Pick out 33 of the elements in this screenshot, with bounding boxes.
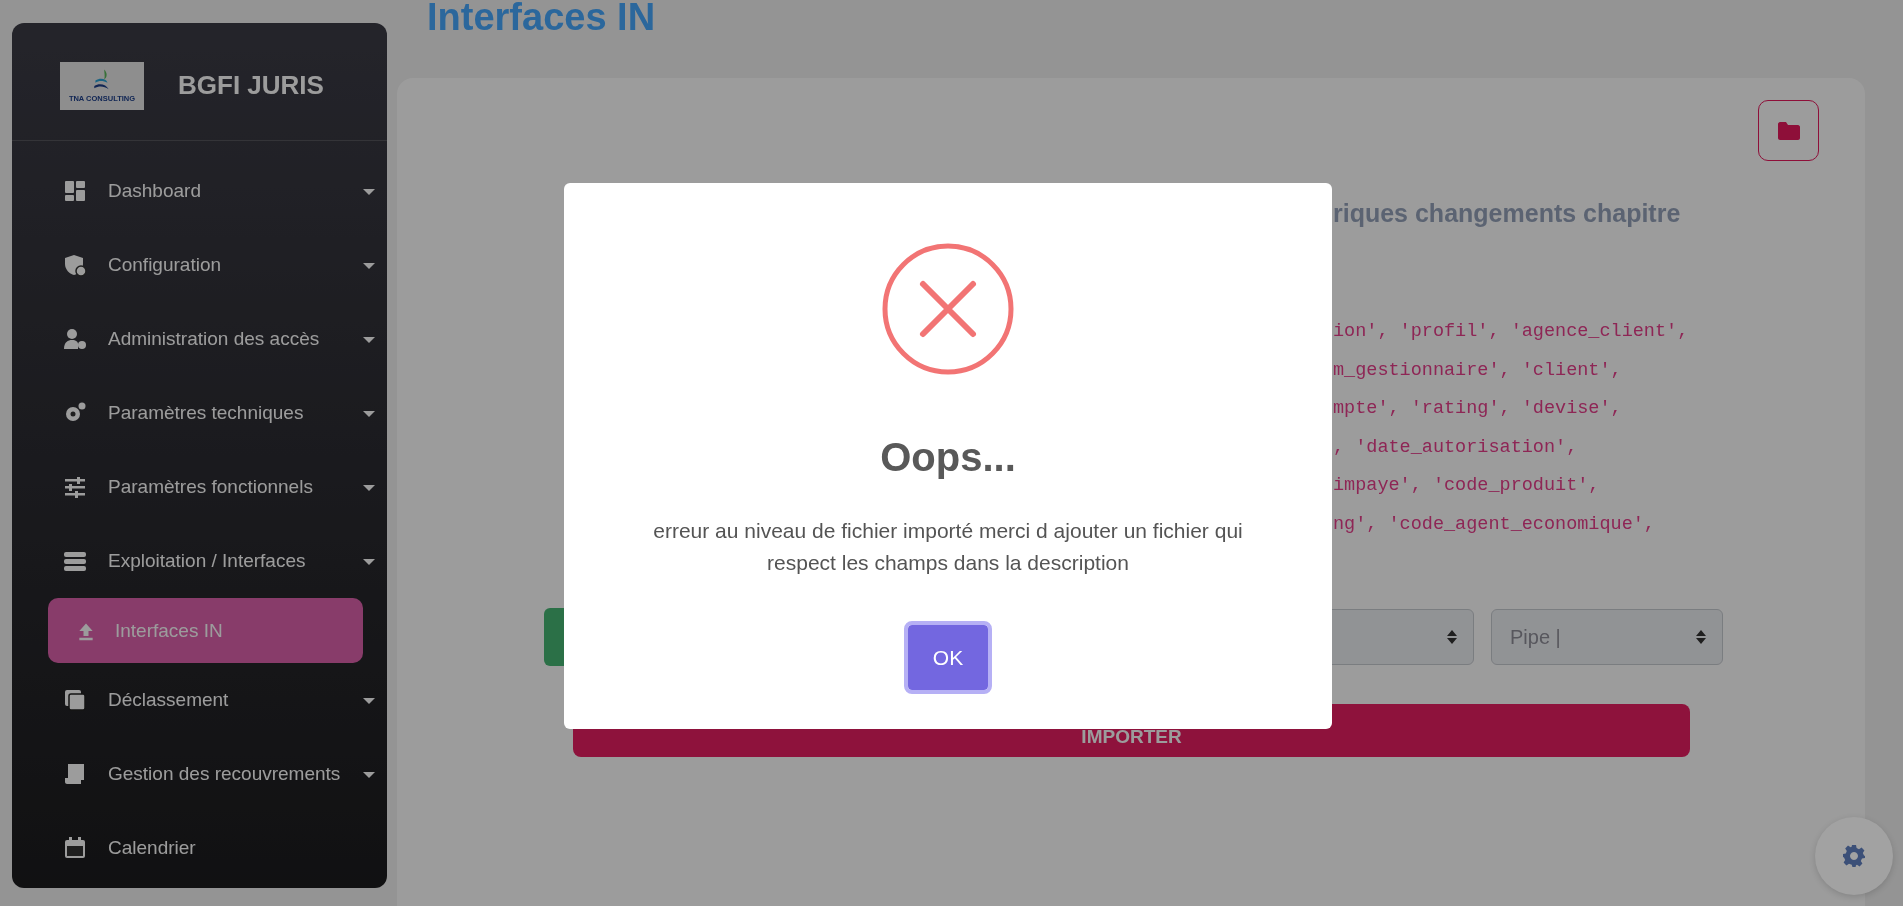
dialog-title: Oops...: [880, 434, 1016, 481]
server-icon: [63, 549, 87, 573]
sort-icon: [1695, 629, 1707, 645]
dashboard-icon: [63, 179, 87, 203]
ok-button[interactable]: OK: [904, 621, 992, 694]
nav-item[interactable]: Gestion des recouvrements: [12, 737, 387, 811]
code-text: m_gestionnaire', 'client',: [1333, 358, 1623, 383]
nav-item[interactable]: Administration des accès: [12, 302, 387, 376]
folder-icon: [1777, 121, 1800, 140]
sort-icon: [1446, 629, 1458, 645]
code-text: mpte', 'rating', 'devise',: [1333, 397, 1623, 421]
sliders-icon: [63, 475, 87, 499]
nav-item[interactable]: Exploitation / Interfaces: [12, 524, 387, 598]
nav-item[interactable]: Paramètres techniques: [12, 376, 387, 450]
card-heading: riques changements chapitre: [1333, 199, 1682, 228]
settings-icon: [1842, 844, 1866, 868]
shield-icon: [63, 253, 87, 277]
nav-item[interactable]: Paramètres fonctionnels: [12, 450, 387, 524]
dialog-message: erreur au niveau de fichier importé merci d ajouter un fichier qui respect les champs dans la description: [652, 518, 1244, 576]
nav-item[interactable]: Configuration: [12, 228, 387, 302]
calendar-icon: [63, 836, 87, 860]
nav-item[interactable]: Déclassement: [12, 663, 387, 737]
error-icon: [881, 242, 1015, 376]
page-title: Interfaces IN: [427, 0, 657, 40]
code-text: ng', 'code_agent_economique',: [1333, 512, 1656, 537]
code-text: impaye', 'code_produit',: [1333, 474, 1601, 498]
nav-item[interactable]: Calendrier: [12, 811, 387, 885]
app-name: BGFI JURIS: [178, 70, 324, 101]
document-icon: [63, 762, 87, 786]
nav-item[interactable]: Dashboard: [12, 154, 387, 228]
folder-button[interactable]: [1758, 100, 1819, 161]
code-text: ion', 'profil', 'agence_client',: [1333, 320, 1690, 344]
code-text: , 'date_autorisation',: [1333, 435, 1579, 460]
